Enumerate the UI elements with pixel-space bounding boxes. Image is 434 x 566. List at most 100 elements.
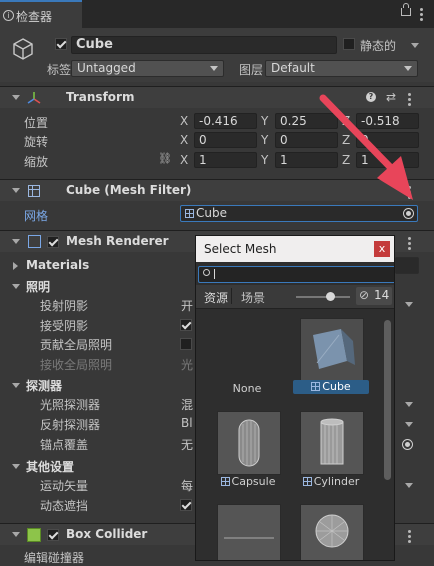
search-icon [203,269,210,276]
mesh-renderer-menu-icon[interactable] [408,237,411,252]
mesh-renderer-icon [28,235,41,248]
cube-preview-icon [313,329,355,369]
box-collider-title: Box Collider [66,527,148,541]
dynamic-occlusion-checkbox[interactable] [180,499,192,511]
mesh-item-sphere-thumbnail[interactable] [300,504,364,560]
tab-menu-icon[interactable] [420,8,423,23]
mesh-renderer-enabled-checkbox[interactable] [47,236,59,248]
popup-search-input[interactable] [198,266,394,283]
popup-title: Select Mesh [204,242,277,256]
anchor-picker-icon[interactable] [402,439,413,450]
contribute-gi-checkbox[interactable] [180,338,192,350]
tab-assets[interactable]: 资源 [204,289,228,306]
layer-dropdown[interactable]: Default [265,60,418,77]
other-settings-label: 其他设置 [26,460,75,474]
lighting-side-field[interactable] [395,257,419,274]
reflection-probes-label: 反射探测器 [40,418,101,432]
zoom-slider-thumb[interactable] [326,292,335,301]
mesh-filter-icon [28,185,40,197]
hidden-toggle[interactable]: ⊘ 14 [356,287,392,305]
mesh-icon [311,382,321,391]
probes-foldout-icon[interactable] [12,383,20,388]
mesh-item-capsule-label[interactable]: Capsule [213,475,283,488]
object-picker-icon[interactable] [403,208,414,219]
mesh-item-none-label[interactable]: None [216,382,278,395]
info-icon: i [3,10,14,21]
scale-x-input[interactable]: 1 [194,152,257,168]
gameobject-cube-icon [13,38,33,60]
motion-vectors-label: 运动矢量 [40,479,89,493]
anchor-override-value[interactable]: 无 [181,436,193,453]
cast-shadows-label: 投射阴影 [40,299,89,313]
dynamic-occlusion-label: 动态遮挡 [40,499,89,513]
static-dropdown-icon[interactable] [411,43,419,48]
eye-slash-icon: ⊘ [359,288,370,302]
lighting-label: 照明 [26,280,51,294]
mesh-item-cylinder-thumbnail[interactable] [300,411,364,475]
mesh-item-capsule-thumbnail[interactable] [217,411,281,475]
rotation-label: 旋转 [24,135,49,149]
popup-close-button[interactable]: x [374,241,390,257]
mesh-renderer-title: Mesh Renderer [66,234,169,248]
cast-shadows-value[interactable]: 开 [181,297,193,314]
rotation-x-input[interactable]: 0 [194,132,257,148]
position-label: 位置 [24,116,49,130]
light-probes-dropdown-icon[interactable] [405,402,413,407]
cylinder-preview-icon [320,418,344,465]
mesh-renderer-foldout-icon[interactable] [12,239,20,244]
axis-y-label: Y [261,133,269,147]
materials-foldout-icon[interactable] [13,262,18,270]
popup-scrollbar-thumb[interactable] [384,320,391,480]
mesh-item-cylinder-label[interactable]: Cylinder [296,475,366,488]
mesh-filter-foldout-icon[interactable] [12,188,20,193]
zoom-slider[interactable] [296,292,350,301]
transform-title: Transform [66,90,135,104]
active-checkbox[interactable] [55,38,67,50]
box-collider-enabled-checkbox[interactable] [47,529,59,541]
popup-toolbar: 资源 场景 ⊘ 14 [196,285,394,309]
mesh-object-field[interactable]: Cube [180,205,418,222]
lighting-foldout-icon[interactable] [12,284,20,289]
edit-collider-label: 编辑碰撞器 [24,551,85,565]
motion-vectors-value[interactable]: 每 [181,477,193,494]
tag-label: 标签 [47,63,72,77]
reflection-probes-dropdown-icon[interactable] [405,422,413,427]
mesh-item-cube-label[interactable]: Cube [293,380,369,394]
hidden-count: 14 [374,288,390,302]
receive-gi-value: 光 [181,358,194,372]
box-collider-menu-icon[interactable] [408,530,411,545]
annotation-arrow [319,94,413,200]
static-checkbox[interactable] [343,38,355,50]
reflection-probes-value[interactable]: Bl [181,416,193,430]
light-probes-value[interactable]: 混 [181,396,193,413]
probes-label: 探测器 [26,379,63,393]
object-header: Cube 静态的 标签 Untagged 图层 Default [0,28,434,82]
mesh-icon [302,477,312,486]
tag-dropdown[interactable]: Untagged [71,60,224,77]
inspector-tab-bar: i 检查器 [0,0,434,29]
position-x-input[interactable]: -0.416 [194,113,257,129]
object-name-input[interactable]: Cube [71,36,337,54]
receive-shadows-checkbox[interactable] [180,319,192,331]
lock-icon[interactable] [401,3,411,16]
other-settings-foldout-icon[interactable] [12,464,20,469]
receive-shadows-label: 接受阴影 [40,319,89,333]
mesh-item-plane-thumbnail[interactable] [217,504,281,560]
select-mesh-popup: Select Mesh x 资源 场景 ⊘ 14 None Cube Capsu… [195,235,395,561]
tab-title: 检查器 [16,10,53,24]
constrain-proportions-icon[interactable]: ⛓ [158,152,172,165]
axis-x-label: X [180,114,189,128]
motion-vectors-dropdown-icon[interactable] [405,483,413,488]
popup-scrollbar[interactable] [384,320,391,560]
transform-foldout-icon[interactable] [12,95,20,100]
mesh-icon [185,209,194,218]
tab-inspector[interactable]: i 检查器 [0,0,82,28]
mesh-item-cube-thumbnail[interactable] [300,318,364,382]
popup-titlebar: Select Mesh x [196,236,394,262]
tab-scene[interactable]: 场景 [241,289,265,306]
box-collider-foldout-icon[interactable] [12,532,20,537]
cast-shadows-dropdown-icon[interactable] [405,302,413,307]
capsule-preview-icon [238,419,260,467]
contribute-gi-label: 贡献全局照明 [40,338,113,352]
plane-preview-icon [224,537,274,539]
